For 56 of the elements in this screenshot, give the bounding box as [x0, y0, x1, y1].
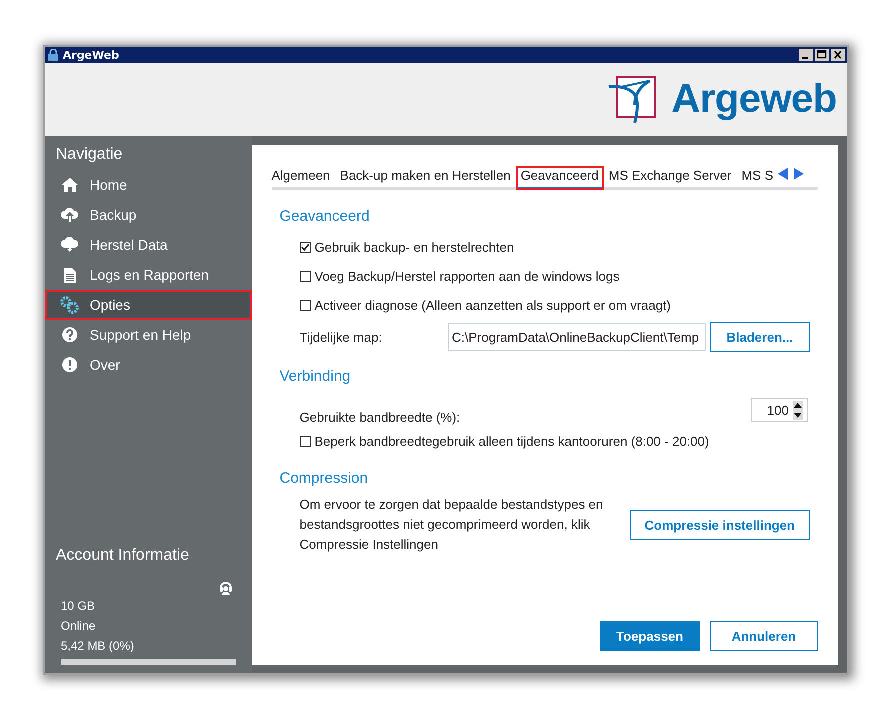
- compression-settings-button[interactable]: Compressie instellingen: [630, 510, 810, 540]
- exclamation-icon: [62, 357, 78, 373]
- checkbox[interactable]: [300, 242, 311, 253]
- tab[interactable]: Geavanceerd: [516, 166, 604, 190]
- checkbox[interactable]: [300, 436, 311, 447]
- scroll-right-icon[interactable]: [794, 168, 804, 180]
- field-label: Tijdelijke map:: [300, 330, 382, 344]
- checkbox[interactable]: [300, 300, 311, 311]
- tab[interactable]: Algemeen: [272, 166, 336, 190]
- checkbox-label: Gebruik backup- en herstelrechten: [314, 240, 514, 255]
- tab[interactable]: Back-up maken en Herstellen: [335, 166, 516, 190]
- usage-text: 5,42 MB (0%): [61, 639, 134, 653]
- nav-item[interactable]: Over: [45, 350, 252, 380]
- apply-button[interactable]: Toepassen: [600, 621, 700, 651]
- status-text: Online: [61, 619, 96, 633]
- scroll-left-icon[interactable]: [778, 168, 788, 180]
- minimize-button[interactable]: [799, 49, 813, 61]
- folder-path-field[interactable]: C:\ProgramData\OnlineBackupClient\Temp: [448, 323, 706, 351]
- checkbox-label: Activeer diagnose (Alleen aanzetten als support er om vraagt): [314, 298, 671, 313]
- section-heading: Geavanceerd: [280, 208, 371, 225]
- info-text: Om ervoor te zorgen dat bepaalde bestandstypes en bestandsgroottes niet gecomprimeerd worden, klik Compressie Instellingen: [300, 496, 604, 554]
- document-icon: [63, 266, 77, 284]
- account-heading: Account Informatie: [56, 547, 190, 565]
- section-heading: Compression: [280, 470, 370, 487]
- tab[interactable]: MS Exchange Server: [604, 166, 737, 190]
- tab[interactable]: MS S: [736, 166, 774, 190]
- cloud-upload-icon: [61, 207, 79, 223]
- cancel-button[interactable]: Annuleren: [710, 621, 818, 651]
- lock-app-icon: [48, 49, 59, 61]
- checkbox-label: Voeg Backup/Herstel rapporten aan de windows logs: [314, 269, 620, 284]
- nav-item[interactable]: Herstel Data: [45, 230, 252, 260]
- nav-heading: Navigatie: [56, 146, 124, 164]
- up-arrow-icon[interactable]: [793, 400, 803, 410]
- logo-mark-icon: [608, 74, 658, 124]
- nav-item[interactable]: Logs en Rapporten: [45, 260, 252, 290]
- number-spinner[interactable]: 100: [751, 398, 808, 422]
- nav-item[interactable]: Support en Help: [45, 320, 252, 350]
- gears-icon: [60, 296, 80, 314]
- section-heading: Verbinding: [280, 368, 352, 385]
- question-icon: [62, 327, 78, 343]
- checkbox[interactable]: [300, 271, 311, 282]
- nav-item[interactable]: Opties: [45, 290, 252, 320]
- field-label: Gebruikte bandbreedte (%):: [300, 410, 460, 424]
- nav-item[interactable]: Home: [45, 170, 252, 200]
- nav-item[interactable]: Backup: [45, 200, 252, 230]
- checkbox-label: Beperk bandbreedtegebruik alleen tijdens kantooruren (8:00 - 20:00): [314, 434, 710, 449]
- down-arrow-icon[interactable]: [793, 410, 803, 420]
- logo-text: Argeweb: [672, 77, 837, 122]
- home-icon: [61, 177, 79, 193]
- quota-text: 10 GB: [61, 599, 96, 613]
- close-button[interactable]: [831, 49, 845, 61]
- browse-button[interactable]: Bladeren...: [710, 322, 810, 352]
- window-title: ArgeWeb: [63, 48, 120, 62]
- headset-icon[interactable]: [218, 579, 234, 595]
- maximize-button[interactable]: [815, 49, 829, 61]
- cloud-download-icon: [61, 237, 79, 253]
